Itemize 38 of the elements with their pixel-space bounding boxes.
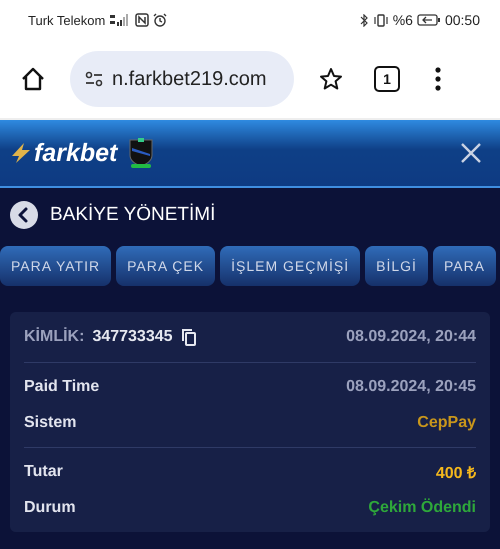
site-logo[interactable]: farkbet: [34, 138, 118, 168]
nav-tab[interactable]: İŞLEM GEÇMİŞİ: [220, 246, 360, 286]
field-value: 08.09.2024, 20:45: [346, 378, 476, 396]
copy-icon[interactable]: [180, 328, 197, 346]
tab-switcher-button[interactable]: 1: [374, 66, 400, 92]
clock: 00:50: [444, 12, 480, 28]
field-label: Durum: [24, 499, 76, 517]
id-label: KİMLİK:: [24, 328, 84, 346]
field-value: CepPay: [417, 414, 476, 432]
nav-tab[interactable]: PARA ÇEK: [116, 246, 216, 286]
nav-tab[interactable]: PARA YATIR: [0, 246, 112, 286]
nfc-icon: [135, 13, 150, 27]
address-bar[interactable]: n.farkbet219.com: [70, 51, 294, 107]
nav-tab[interactable]: BİLGİ: [365, 246, 428, 286]
star-icon[interactable]: [318, 66, 344, 92]
battery-charging-icon: [416, 14, 441, 26]
field-label: Paid Time: [24, 378, 100, 396]
close-icon[interactable]: [460, 142, 482, 164]
site-settings-icon[interactable]: [84, 70, 104, 88]
home-icon[interactable]: [20, 66, 46, 92]
bluetooth-icon: [360, 14, 369, 26]
vibrate-icon: [372, 14, 389, 26]
back-icon[interactable]: [10, 201, 38, 229]
field-value: Çekim Ödendi: [368, 499, 476, 517]
page-title: BAKİYE YÖNETİMİ: [50, 204, 216, 226]
nav-tab[interactable]: PARA: [432, 246, 496, 286]
alarm-icon: [153, 13, 168, 27]
battery-percent: %6: [392, 12, 413, 28]
field-label: Sistem: [24, 414, 76, 432]
menu-icon[interactable]: [434, 66, 442, 92]
carrier-name: Turk Telekom: [28, 12, 106, 28]
id-value: 347733345: [92, 328, 173, 346]
lightning-icon: [10, 142, 32, 164]
shield-badge-icon: [127, 137, 156, 169]
field-label: Tutar: [24, 463, 63, 481]
url-text: n.farkbet219.com: [112, 68, 267, 90]
field-value: 400 ₺: [436, 464, 476, 483]
created-date: 08.09.2024, 20:44: [346, 328, 476, 346]
